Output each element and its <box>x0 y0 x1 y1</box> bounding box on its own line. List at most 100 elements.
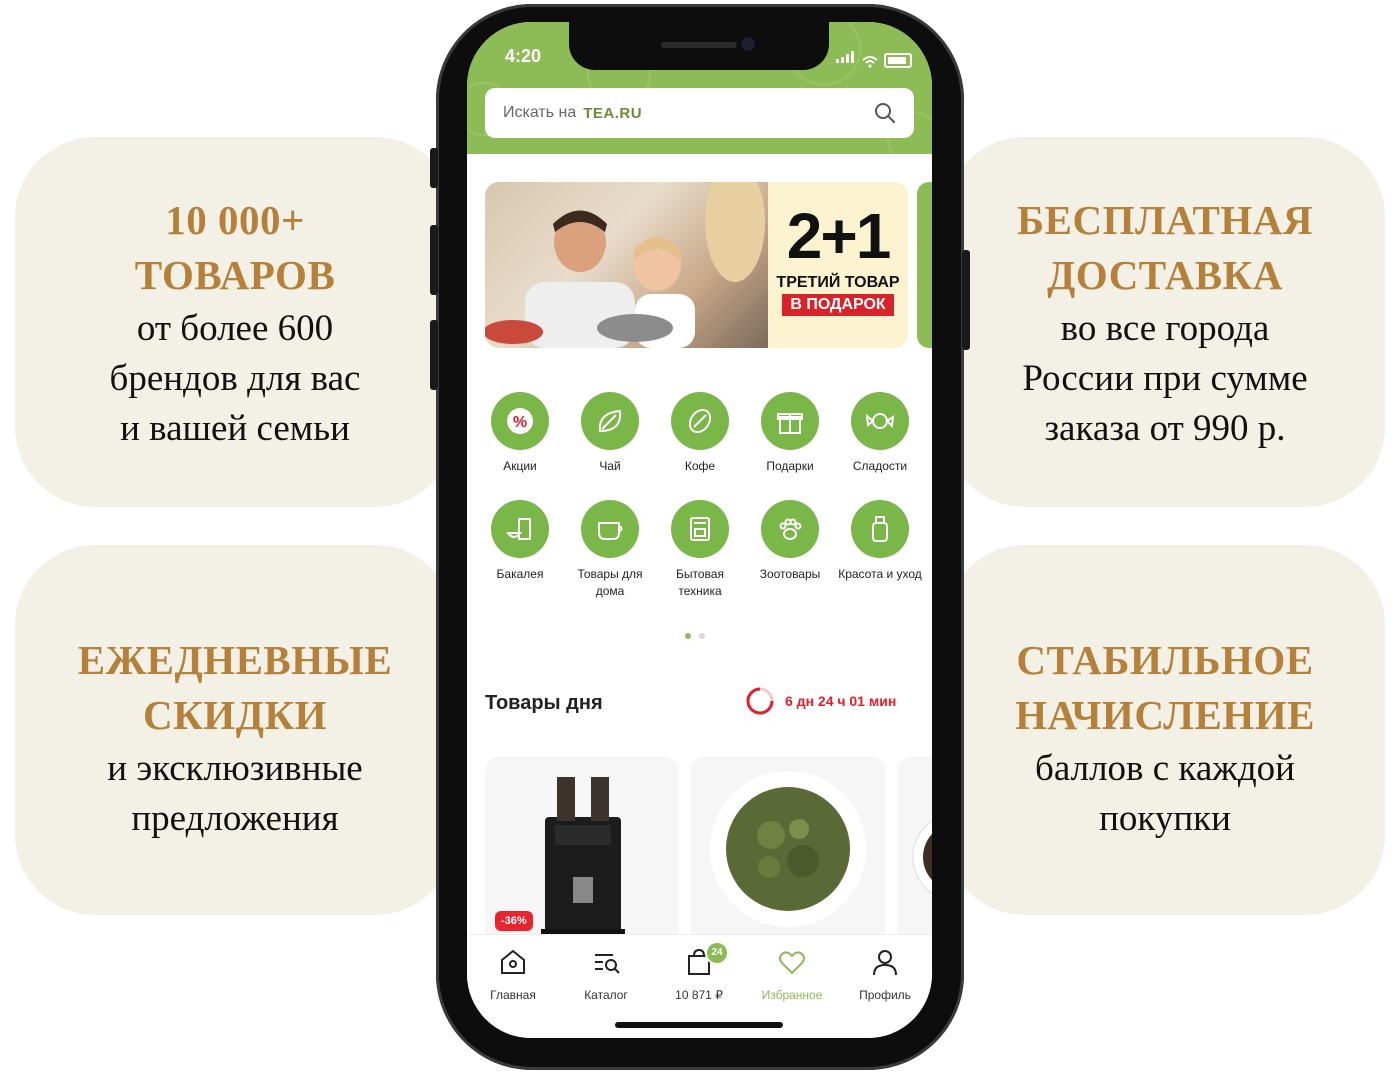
category-pets[interactable]: Зоотовары <box>745 500 835 583</box>
category-label: Чай <box>599 459 621 473</box>
user-icon <box>873 950 897 976</box>
promo-banner[interactable]: 2+1 ТРЕТИЙ ТОВАР В ПОДАРОК <box>485 182 908 348</box>
category-beauty[interactable]: Красота и уход <box>835 500 925 583</box>
category-sales[interactable]: % Акции <box>475 392 565 475</box>
feature-subtitle: России при сумме <box>1022 358 1308 399</box>
feature-subtitle: баллов с каждой <box>1035 748 1295 789</box>
product-card[interactable]: -36% <box>485 757 679 947</box>
banner-offer: 2+1 ТРЕТИЙ ТОВАР В ПОДАРОК <box>768 182 908 348</box>
page-dot-active <box>685 633 691 639</box>
grocery-icon <box>491 500 549 558</box>
coffee-bean-icon <box>671 392 729 450</box>
feature-title: НАЧИСЛЕНИЕ <box>1015 692 1315 738</box>
tea-leaf-icon <box>581 392 639 450</box>
category-label: Бытовая техника <box>676 567 724 598</box>
tab-label: Каталог <box>584 988 628 1002</box>
search-placeholder: Искать на <box>503 104 577 121</box>
appliance-icon <box>671 500 729 558</box>
phone-side-button <box>430 320 438 390</box>
category-label: Товары для дома <box>577 567 643 598</box>
gift-icon <box>761 392 819 450</box>
phone-notch <box>569 22 829 70</box>
phone-side-button <box>962 250 970 350</box>
svg-text:%: % <box>513 414 527 431</box>
feature-subtitle: во все города <box>1060 308 1270 349</box>
home-icon <box>501 949 525 974</box>
signal-icon <box>836 50 856 68</box>
wifi-icon <box>862 56 878 68</box>
feature-card-delivery: БЕСПЛАТНАЯ ДОСТАВКА во все города России… <box>945 137 1385 507</box>
category-label: Бакалея <box>496 567 544 581</box>
tea-image <box>912 820 932 894</box>
heart-icon <box>779 951 805 975</box>
speaker <box>661 42 737 48</box>
tab-label: 10 871 ₽ <box>675 988 723 1002</box>
home-goods-icon <box>581 500 639 558</box>
feature-subtitle: предложения <box>131 798 339 839</box>
feature-title: 10 000+ <box>165 197 305 243</box>
tab-catalog[interactable]: Каталог <box>560 947 652 1002</box>
tab-profile[interactable]: Профиль <box>839 947 931 1002</box>
category-grocery[interactable]: Бакалея <box>475 500 565 583</box>
front-camera <box>741 37 755 51</box>
page-indicator <box>685 626 713 644</box>
category-coffee[interactable]: Кофе <box>655 392 745 475</box>
product-card[interactable] <box>897 757 932 947</box>
deals-timer: 6 дн 24 ч 01 мин <box>745 686 896 716</box>
category-sweets[interactable]: Сладости <box>835 392 925 475</box>
category-label: Сладости <box>852 459 908 473</box>
feature-subtitle: заказа от 990 р. <box>1044 408 1286 449</box>
search-icon[interactable] <box>874 102 896 124</box>
banner-offer-line1: ТРЕТИЙ ТОВАР <box>776 274 900 291</box>
product-card[interactable] <box>691 757 885 947</box>
phone-side-button <box>430 225 438 295</box>
category-label: Акции <box>503 459 537 473</box>
feature-subtitle: покупки <box>1099 798 1231 839</box>
feature-title: СТАБИЛЬНОЕ <box>1016 637 1314 683</box>
feature-card-products: 10 000+ ТОВАРОВ от более 600 брендов для… <box>15 137 455 507</box>
banner-family-photo <box>485 182 768 348</box>
search-input[interactable]: Искать на TEA.RU <box>485 88 914 138</box>
percent-badge-icon: % <box>491 392 549 450</box>
tab-label: Главная <box>490 988 536 1002</box>
next-banner-peek[interactable] <box>917 182 932 348</box>
category-label: Подарки <box>766 459 814 473</box>
category-label: Красота и уход <box>838 567 922 581</box>
tab-cart[interactable]: 24 10 871 ₽ <box>653 941 745 1002</box>
banner-offer-line2: В ПОДАРОК <box>782 294 894 316</box>
paw-icon <box>761 500 819 558</box>
feature-subtitle: брендов для вас <box>109 358 361 399</box>
tab-label: Избранное <box>761 988 823 1002</box>
feature-title: ТОВАРОВ <box>134 252 336 298</box>
phone-side-button <box>430 148 438 188</box>
category-gifts[interactable]: Подарки <box>745 392 835 475</box>
category-home[interactable]: Товары для дома <box>565 500 655 600</box>
category-label: Зоотовары <box>759 567 821 581</box>
feature-subtitle: и вашей семьи <box>120 408 350 449</box>
discount-badge: -36% <box>495 911 533 931</box>
category-appliances[interactable]: Бытовая техника <box>655 500 745 600</box>
tab-favorites[interactable]: Избранное <box>746 947 838 1002</box>
status-icons <box>836 50 912 68</box>
feature-subtitle: и эксклюзивные <box>107 748 363 789</box>
phone-screen: 4:20 Искать на TEA.RU 2+1 ТРЕТИЙ ТОВАР В… <box>467 22 932 1038</box>
tab-label: Профиль <box>859 988 911 1002</box>
feature-card-bonus: СТАБИЛЬНОЕ НАЧИСЛЕНИЕ баллов с каждой по… <box>945 545 1385 915</box>
tea-leaves-image <box>710 771 866 927</box>
candy-icon <box>851 392 909 450</box>
banner-offer-big: 2+1 <box>786 200 892 272</box>
battery-icon <box>884 53 912 68</box>
family-illustration <box>485 182 765 348</box>
feature-card-discounts: ЕЖЕДНЕВНЫЕ СКИДКИ и эксклюзивные предлож… <box>15 545 455 915</box>
feature-subtitle: от более 600 <box>136 308 334 349</box>
deals-title: Товары дня <box>485 692 603 714</box>
feature-title: ЕЖЕДНЕВНЫЕ <box>77 637 393 683</box>
feature-title: БЕСПЛАТНАЯ <box>1017 197 1313 243</box>
page-dot <box>699 633 705 639</box>
feature-title: ДОСТАВКА <box>1047 252 1283 298</box>
category-label: Кофе <box>684 459 716 473</box>
cart-count-badge: 24 <box>705 941 729 965</box>
timer-ring-icon <box>746 687 774 715</box>
category-tea[interactable]: Чай <box>565 392 655 475</box>
tab-home[interactable]: Главная <box>467 947 559 1002</box>
